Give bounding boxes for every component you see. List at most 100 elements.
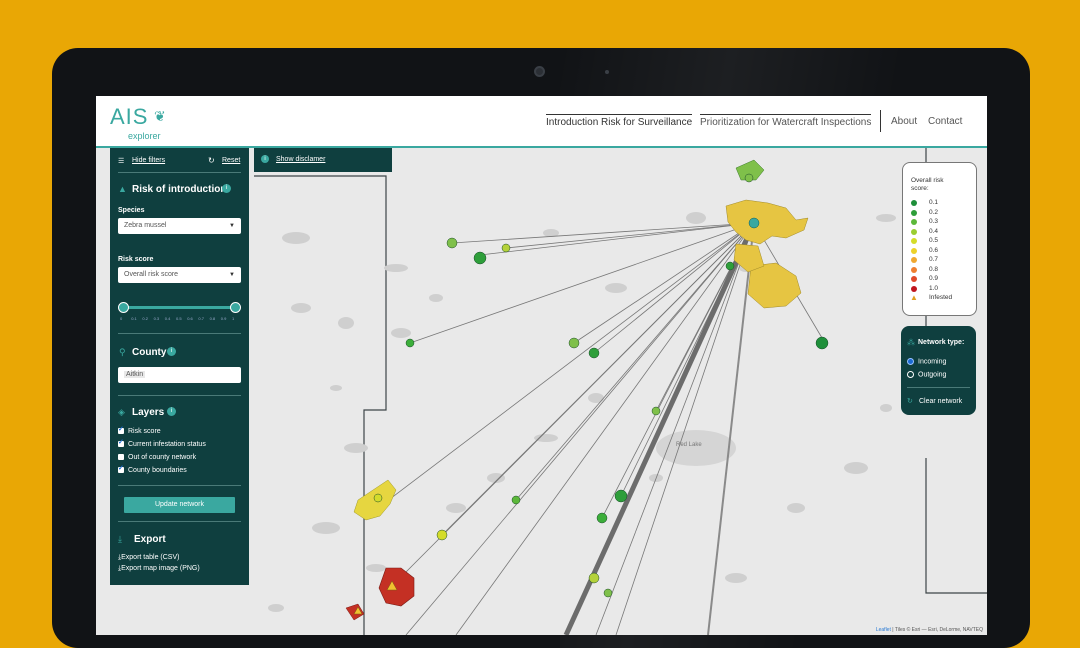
network-type-panel: ⁂ Network type: Incoming Outgoing ↻ Clea… — [901, 326, 976, 415]
legend-swatch — [911, 238, 917, 244]
legend-swatch — [911, 219, 917, 225]
county-input[interactable]: Aitkin — [118, 367, 241, 383]
nav-introduction-risk[interactable]: Introduction Risk for Surveillance — [546, 114, 693, 128]
layer-out-of-county[interactable]: Out of county network — [118, 454, 196, 461]
info-icon[interactable]: i — [222, 184, 231, 193]
menu-icon[interactable]: ☰ — [118, 157, 124, 165]
source-lake-marker — [748, 217, 760, 229]
radio-outgoing[interactable]: Outgoing — [907, 371, 946, 378]
filter-sidebar: ☰ Hide filters ↻ Reset ▲ Risk of introdu… — [110, 148, 249, 585]
divider — [118, 172, 241, 173]
layer-infestation-status[interactable]: Current infestation status — [118, 438, 206, 448]
checkbox[interactable] — [118, 464, 124, 474]
app-logo[interactable]: AIS ❦ explorer — [110, 104, 166, 141]
nav-about[interactable]: About — [891, 116, 917, 127]
fish-icon: ❦ — [154, 108, 166, 124]
disclaimer-panel[interactable]: i Show disclamer — [254, 148, 392, 172]
layers-icon: ◈ — [118, 407, 125, 417]
radio-button[interactable] — [907, 371, 914, 378]
slider-tick-label: 0.1 — [131, 316, 137, 321]
info-icon[interactable]: i — [167, 347, 176, 356]
divider — [907, 387, 970, 388]
risk-score-select[interactable]: Overall risk score ▼ — [118, 267, 241, 283]
legend-label: 0.1 — [929, 199, 939, 206]
legend-label: 0.9 — [929, 275, 939, 282]
layer-label: Current infestation status — [128, 441, 206, 448]
radio-incoming[interactable]: Incoming — [907, 358, 946, 365]
checkbox[interactable] — [118, 454, 124, 461]
legend-label: 0.5 — [929, 237, 939, 244]
legend-swatch — [911, 257, 917, 263]
species-value: Zebra mussel — [124, 222, 167, 229]
layer-label: Out of county network — [128, 454, 197, 461]
layer-label: County boundaries — [128, 467, 187, 474]
divider — [118, 521, 241, 522]
map-attribution: Leaflet | Tiles © Esri — Esri, DeLorme, … — [876, 627, 983, 633]
legend-label: Infested — [929, 294, 953, 301]
info-icon[interactable]: i — [167, 407, 176, 416]
network-title: Network type: — [918, 339, 965, 346]
layer-label: Risk score — [128, 428, 161, 435]
update-network-button[interactable]: Update network — [124, 497, 235, 513]
logo-main: AIS — [110, 104, 149, 129]
layer-county-boundaries[interactable]: County boundaries — [118, 464, 187, 474]
risk-score-value: Overall risk score — [124, 271, 179, 278]
legend-swatch — [911, 285, 917, 292]
divider — [118, 333, 241, 334]
radio-button[interactable] — [907, 358, 914, 365]
hide-filters-link[interactable]: Hide filters — [132, 157, 165, 164]
app-header: AIS ❦ explorer Introduction Risk for Sur… — [96, 96, 987, 148]
browser-screen: Red Lake AIS ❦ explorer Introduction Ris… — [96, 96, 987, 635]
caret-down-icon: ▼ — [229, 223, 235, 229]
divider — [118, 485, 241, 486]
checkbox[interactable] — [118, 425, 124, 435]
species-select[interactable]: Zebra mussel ▼ — [118, 218, 241, 234]
show-disclaimer-link[interactable]: Show disclamer — [276, 156, 325, 163]
risk-heading: Risk of introduction — [132, 184, 227, 195]
legend-swatch — [911, 209, 917, 216]
legend-swatch — [911, 247, 917, 254]
county-tag[interactable]: Aitkin — [124, 371, 146, 378]
slider-tick-label: 0.4 — [164, 316, 171, 321]
risk-score-label: Risk score — [118, 256, 154, 263]
nav-contact[interactable]: Contact — [928, 116, 962, 127]
network-icon: ⁂ — [907, 338, 915, 347]
slider-tick-label: 0 — [120, 316, 123, 321]
legend-label: 0.3 — [929, 218, 939, 225]
export-heading: Export — [134, 534, 166, 545]
legend-title-line1: Overall risk — [911, 177, 944, 184]
reset-icon[interactable]: ↻ — [208, 156, 215, 165]
webcam-indicator — [605, 70, 609, 74]
export-image-link[interactable]: ⤓Export map image (PNG) — [118, 565, 200, 573]
caret-down-icon: ▼ — [229, 272, 235, 278]
risk-legend: Overall risk score: 0.1 0.2 0.3 0.4 0.5 0.6 0.… — [902, 162, 977, 316]
legend-swatch — [911, 200, 917, 206]
slider-tick-label: 0.7 — [198, 316, 204, 321]
pin-icon: ⚲ — [119, 347, 126, 357]
layer-risk-score[interactable]: Risk score — [118, 425, 161, 435]
slider-handle-max[interactable] — [230, 302, 241, 313]
download-icon: ⤓ — [118, 534, 122, 544]
slider-ticks: 0 0.1 0.2 0.3 0.4 0.5 0.6 0.7 0.8 0.9 1 — [120, 316, 238, 324]
leaflet-link[interactable]: Leaflet — [876, 627, 891, 633]
checkbox[interactable] — [118, 438, 124, 448]
slider-tick-label: 0.9 — [220, 316, 227, 321]
legend-label: 0.2 — [929, 208, 939, 216]
slider-tick-label: 0.8 — [209, 316, 216, 321]
info-icon: i — [261, 155, 269, 163]
reset-link[interactable]: Reset — [222, 157, 240, 164]
export-table-link[interactable]: ⤓Export table (CSV) — [118, 554, 179, 562]
county-heading: County — [132, 347, 167, 358]
refresh-icon: ↻ — [907, 398, 913, 405]
legend-label: 0.4 — [929, 227, 939, 235]
clear-network-button[interactable]: Clear network — [919, 398, 962, 405]
nav-prioritization[interactable]: Prioritization for Watercraft Inspection… — [700, 114, 872, 128]
risk-slider-track[interactable] — [124, 306, 236, 309]
warning-icon: ▲ — [118, 184, 127, 194]
legend-label: 0.7 — [929, 256, 939, 263]
legend-title-line2: score: — [911, 185, 929, 192]
slider-handle-min[interactable] — [118, 302, 129, 313]
slider-tick-label: 0.2 — [142, 316, 148, 321]
slider-tick-label: 0.6 — [187, 316, 193, 321]
webcam — [534, 66, 545, 77]
